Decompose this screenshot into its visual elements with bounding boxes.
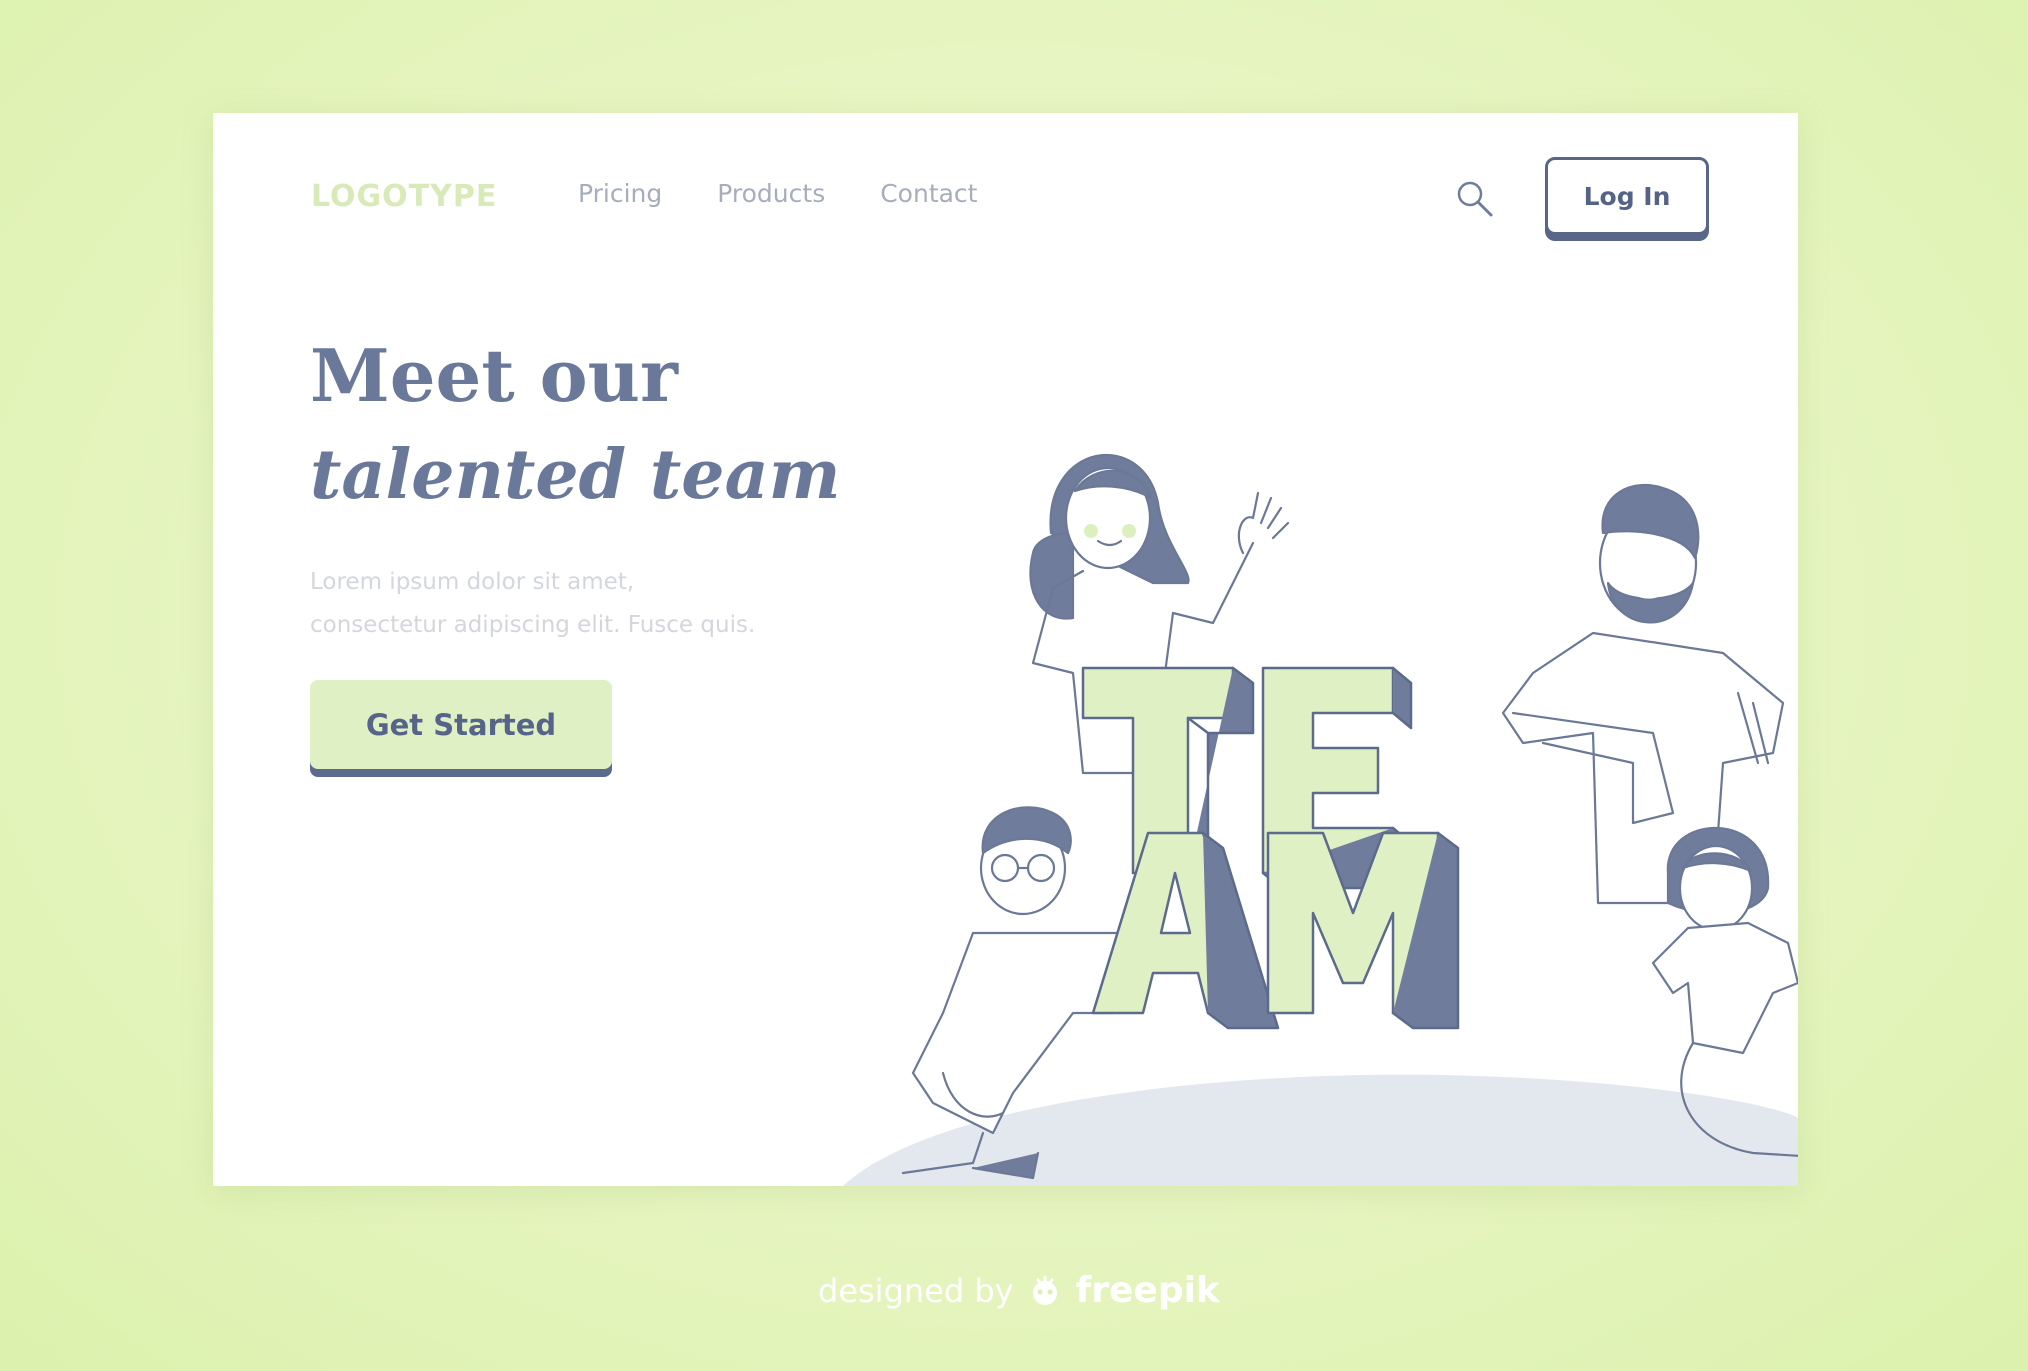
- landing-card: LOGOTYPE Pricing Products Contact Log In…: [213, 113, 1798, 1186]
- freepik-logo-icon: [1032, 1275, 1057, 1305]
- team-letters: [1081, 666, 1460, 1030]
- team-illustration: [843, 453, 1798, 1186]
- freepik-credit[interactable]: designed by freepik: [818, 1270, 1220, 1311]
- credit-brand: freepik: [1075, 1270, 1220, 1311]
- credit-prefix: designed by: [818, 1271, 1014, 1310]
